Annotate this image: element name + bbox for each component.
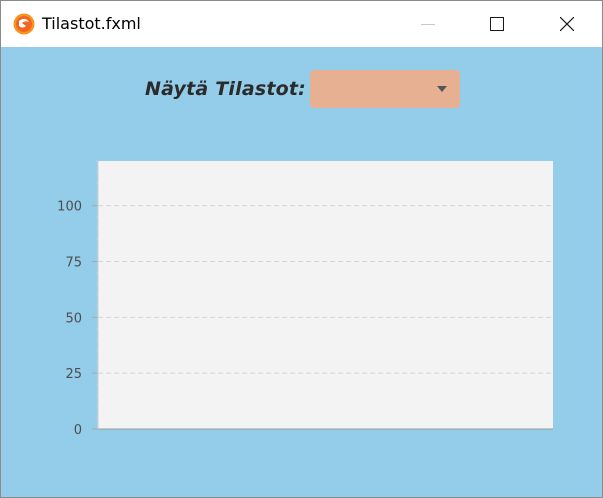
maximize-button[interactable] [462, 1, 532, 47]
statistics-chart: 0 25 50 75 100 [57, 160, 553, 438]
y-tick-label: 50 [65, 311, 82, 326]
close-button[interactable] [532, 1, 602, 47]
plot-area [98, 161, 553, 429]
title-bar[interactable]: Tilastot.fxml [1, 1, 602, 47]
y-tick-label: 75 [65, 256, 82, 271]
app-window: Tilastot.fxml Näytä Tilastot: 0 25 50 75 100 [0, 0, 603, 498]
minimize-button[interactable] [393, 1, 463, 47]
window-title: Tilastot.fxml [42, 14, 141, 33]
y-tick-label: 100 [57, 200, 82, 215]
y-tick-label: 0 [74, 423, 82, 438]
content-pane: Näytä Tilastot: 0 25 50 75 100 [1, 47, 602, 497]
maximize-icon [490, 17, 504, 31]
minimize-icon [421, 24, 435, 25]
close-icon [560, 17, 574, 31]
javafx-icon [13, 13, 35, 35]
y-tick-label: 25 [65, 367, 82, 382]
